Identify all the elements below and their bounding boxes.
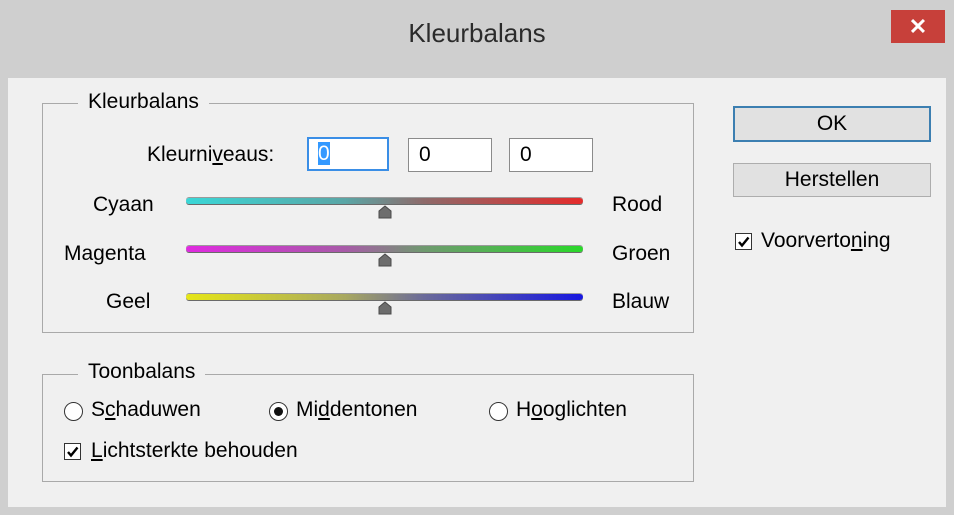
slider-cyan-label: Cyaan: [93, 193, 154, 216]
radio-midtones[interactable]: [269, 402, 288, 421]
triangle-up-icon: [378, 253, 392, 267]
preview-checkbox[interactable]: [735, 233, 752, 250]
title-bar[interactable]: Kleurbalans ✕: [0, 0, 954, 78]
preserve-luminosity-label[interactable]: Lichtsterkte behouden: [91, 439, 298, 463]
color-levels-label: Kleurniveaus:: [147, 143, 275, 166]
checkmark-icon: [67, 446, 79, 458]
tone-balance-legend: Toonbalans: [78, 360, 206, 384]
ok-button[interactable]: OK: [733, 106, 931, 142]
level-magenta-green-input[interactable]: 0: [408, 138, 492, 172]
radio-highlights[interactable]: [489, 402, 508, 421]
triangle-up-icon: [378, 205, 392, 219]
triangle-up-icon: [378, 301, 392, 315]
slider-magenta-label: Magenta: [64, 242, 146, 265]
preview-label[interactable]: Voorvertoning: [761, 229, 891, 253]
radio-highlights-label[interactable]: Hooglichten: [516, 398, 627, 422]
slider-red-label: Rood: [612, 193, 663, 216]
slider-yellow-label: Geel: [106, 290, 151, 313]
close-icon: ✕: [908, 14, 928, 39]
preserve-luminosity-checkbox[interactable]: [64, 443, 81, 460]
slider-blue-label: Blauw: [612, 290, 670, 313]
reset-button[interactable]: Herstellen: [733, 163, 931, 197]
radio-shadows-label[interactable]: Schaduwen: [91, 398, 201, 422]
radio-dot-icon: [273, 406, 283, 416]
magenta-green-slider-thumb[interactable]: [374, 249, 396, 267]
cyan-red-slider-thumb[interactable]: [374, 201, 396, 219]
level-yellow-blue-input[interactable]: 0: [509, 138, 593, 172]
radio-midtones-label[interactable]: Middentonen: [296, 398, 417, 422]
ok-button-label: OK: [816, 112, 848, 135]
tone-balance-group: [42, 374, 694, 482]
reset-button-label: Herstellen: [784, 168, 880, 191]
yellow-blue-slider-thumb[interactable]: [374, 297, 396, 315]
level-cyan-red-input[interactable]: 0: [307, 137, 389, 171]
radio-shadows[interactable]: [64, 402, 83, 421]
slider-green-label: Groen: [612, 242, 671, 265]
close-button[interactable]: ✕: [891, 10, 945, 43]
window-title: Kleurbalans: [408, 18, 546, 48]
color-balance-legend: Kleurbalans: [78, 90, 209, 114]
checkmark-icon: [738, 236, 750, 248]
